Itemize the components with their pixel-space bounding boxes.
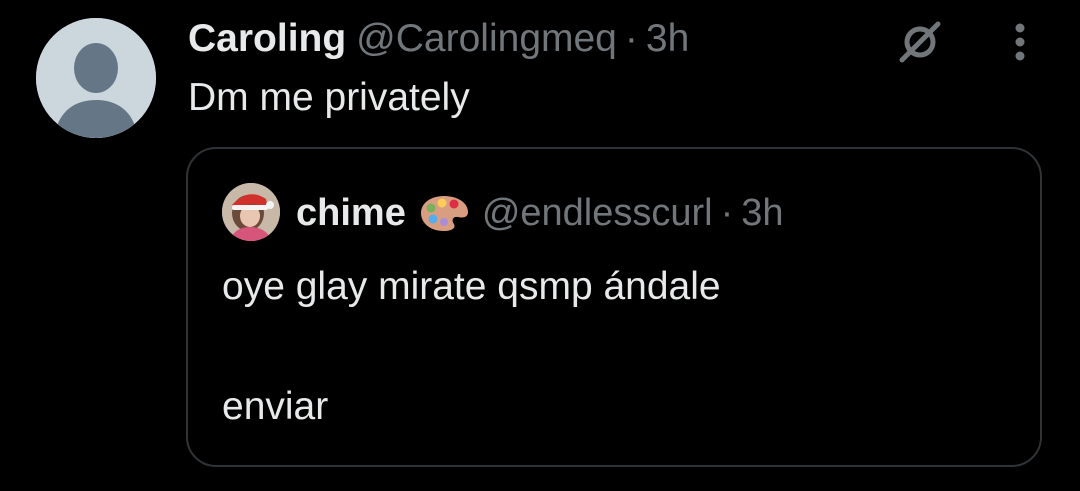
default-avatar-icon bbox=[36, 18, 156, 138]
grok-icon bbox=[899, 21, 941, 63]
separator-dot: · bbox=[624, 17, 638, 60]
quoted-user-handle[interactable]: @endlesscurl bbox=[482, 192, 713, 235]
user-handle[interactable]: @Carolingmeq bbox=[356, 17, 617, 61]
tweet-header: Caroling @Carolingmeq · 3h bbox=[188, 14, 689, 64]
display-name[interactable]: Caroling bbox=[188, 17, 346, 61]
tweet-text: Dm me privately bbox=[188, 76, 470, 119]
quoted-user-avatar[interactable] bbox=[222, 183, 280, 241]
user-avatar[interactable] bbox=[36, 18, 156, 138]
quoted-timestamp[interactable]: 3h bbox=[741, 192, 783, 235]
more-vertical-icon bbox=[1015, 23, 1025, 61]
quoted-tweet-text-line: oye glay mirate qsmp ándale bbox=[222, 265, 721, 308]
avatar-image bbox=[222, 183, 280, 241]
timestamp[interactable]: 3h bbox=[646, 17, 689, 61]
quoted-separator-dot: · bbox=[720, 191, 734, 234]
more-options-button[interactable] bbox=[998, 16, 1042, 68]
quoted-tweet-text-line: enviar bbox=[222, 385, 329, 428]
tweet[interactable]: Caroling @Carolingmeq · 3h Dm me private… bbox=[0, 0, 1080, 491]
grok-button[interactable] bbox=[892, 14, 948, 70]
quoted-display-name[interactable]: chime bbox=[296, 192, 406, 235]
quoted-tweet-header: chime @endlesscurl · 3h bbox=[296, 190, 784, 236]
artist-palette-icon bbox=[418, 193, 470, 233]
